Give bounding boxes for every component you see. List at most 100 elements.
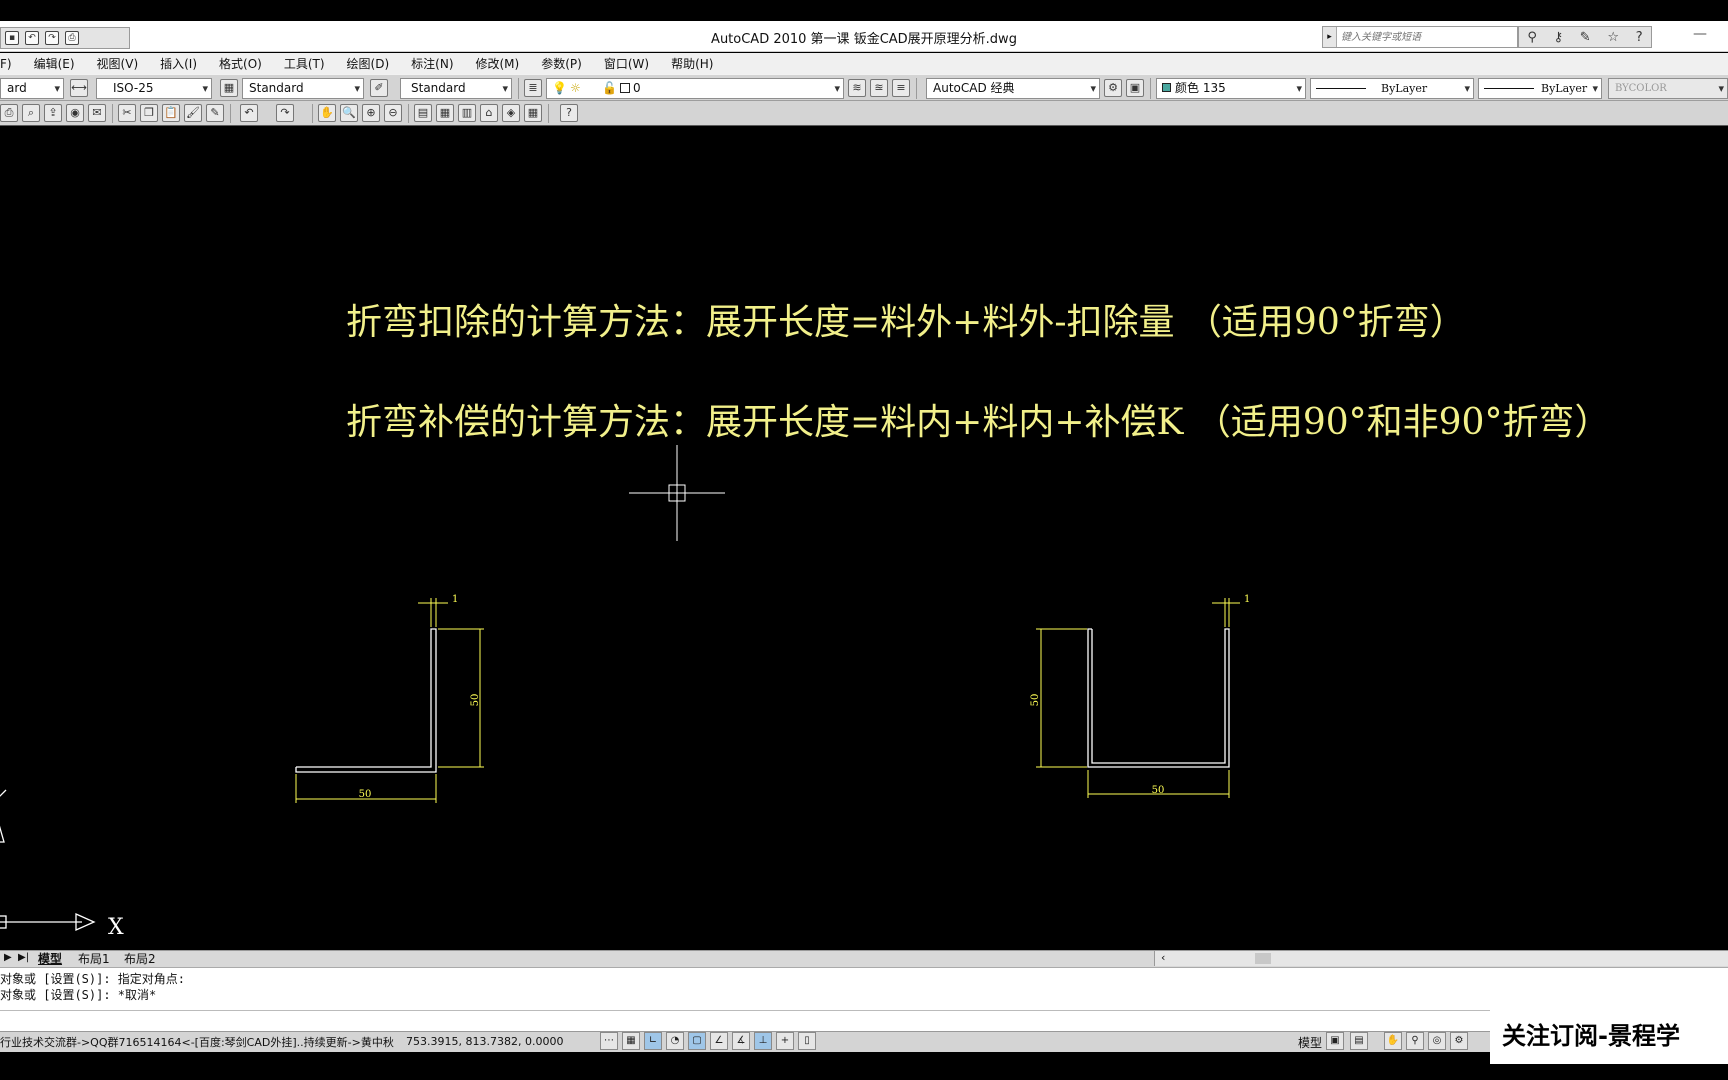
tab-nav-last-icon[interactable]: ▶| — [18, 952, 29, 963]
menu-tools[interactable]: 工具(T) — [273, 55, 336, 72]
quick-calc-icon[interactable]: ▦ — [524, 104, 542, 122]
drawing-canvas[interactable]: 折弯扣除的计算方法：展开长度=料外+料外-扣除量 （适用90°折弯） 折弯补偿的… — [0, 127, 1728, 950]
properties-icon[interactable]: ▤ — [414, 104, 432, 122]
copy-icon[interactable]: ❐ — [140, 104, 158, 122]
minimize-button[interactable]: — — [1685, 26, 1715, 46]
zoom-window-icon[interactable]: ⊕ — [362, 104, 380, 122]
make-current-layer-icon[interactable]: ≋ — [848, 79, 866, 97]
layer-select[interactable]: 0 — [546, 78, 844, 99]
dim-style-icon[interactable]: ⟷ — [70, 79, 88, 97]
match-properties-icon[interactable]: 🖌 — [184, 104, 202, 122]
quick-view-layouts-icon[interactable]: ▣ — [1326, 1032, 1344, 1050]
expand-arrow-icon[interactable]: ▸ — [1323, 27, 1337, 47]
dynamic-ucs-icon[interactable]: ⊥ — [754, 1032, 772, 1050]
tool-palettes-icon[interactable]: ▥ — [458, 104, 476, 122]
clean-screen-icon[interactable]: ▣ — [1126, 79, 1144, 97]
redo-icon[interactable]: ↷ — [276, 104, 294, 122]
3d-object-snap-icon[interactable]: ∠ — [710, 1032, 728, 1050]
horizontal-scrollbar[interactable]: ‹ — [1154, 951, 1728, 966]
menu-view[interactable]: 视图(V) — [86, 55, 150, 72]
object-snap-tracking-icon[interactable]: ∡ — [732, 1032, 750, 1050]
tab-model[interactable]: 模型 — [38, 951, 62, 967]
search-input[interactable] — [1337, 28, 1515, 46]
subscription-icon[interactable]: ✎ — [1580, 30, 1591, 45]
cursor-coordinates[interactable]: 753.3915, 813.7382, 0.0000 — [406, 1035, 563, 1048]
pan-icon[interactable]: ✋ — [318, 104, 336, 122]
menu-file[interactable]: F) — [0, 57, 23, 71]
block-editor-icon[interactable]: ✎ — [206, 104, 224, 122]
print-icon[interactable]: ⎙ — [65, 31, 79, 45]
text-style-select[interactable]: ard — [0, 78, 64, 99]
layer-state-icon[interactable]: ≡ — [892, 79, 910, 97]
sheet-set-icon[interactable]: ⌂ — [480, 104, 498, 122]
freeze-sun-icon[interactable]: ☼ — [570, 81, 581, 95]
3d-dwf-icon[interactable]: ◉ — [66, 104, 84, 122]
menu-dimension[interactable]: 标注(N) — [400, 55, 464, 72]
zoom-realtime-icon[interactable]: 🔍 — [340, 104, 358, 122]
help-icon[interactable]: ? — [560, 104, 578, 122]
markup-set-icon[interactable]: ◈ — [502, 104, 520, 122]
menu-window[interactable]: 窗口(W) — [593, 55, 660, 72]
layer-properties-icon[interactable]: ≣ — [524, 79, 542, 97]
workspace-select[interactable]: AutoCAD 经典 — [926, 78, 1100, 99]
scroll-left-icon[interactable]: ‹ — [1161, 951, 1165, 964]
layer-previous-icon[interactable]: ≊ — [870, 79, 888, 97]
table-style-select[interactable]: Standard — [242, 78, 364, 99]
design-center-icon[interactable]: ▦ — [436, 104, 454, 122]
pan-icon[interactable]: ✋ — [1384, 1032, 1402, 1050]
plot-icon[interactable]: ⎙ — [0, 104, 18, 122]
model-space-button[interactable]: 模型 — [1298, 1034, 1322, 1051]
showmotion-icon[interactable]: ⚙ — [1450, 1032, 1468, 1050]
dim-style-select[interactable]: ISO-25 — [96, 78, 212, 99]
tab-layout2[interactable]: 布局2 — [124, 951, 156, 967]
etransmit-icon[interactable]: ✉ — [88, 104, 106, 122]
lineweight-display-icon[interactable]: ▯ — [798, 1032, 816, 1050]
undo-icon[interactable]: ↶ — [240, 104, 258, 122]
menu-help[interactable]: 帮助(H) — [660, 55, 724, 72]
command-window[interactable]: 对象或 [设置(S)]: 指定对角点: 对象或 [设置(S)]: *取消* — [0, 967, 1728, 1031]
dynamic-input-icon[interactable]: + — [776, 1032, 794, 1050]
cut-icon[interactable]: ✂ — [118, 104, 136, 122]
separator — [548, 104, 549, 123]
scroll-thumb[interactable] — [1255, 953, 1271, 964]
tab-nav-next-icon[interactable]: ▶ — [4, 952, 12, 963]
save-icon[interactable]: ▪ — [5, 31, 19, 45]
table-style-icon[interactable]: ▦ — [220, 79, 238, 97]
menu-edit[interactable]: 编辑(E) — [23, 55, 86, 72]
steering-wheel-icon[interactable]: ◎ — [1428, 1032, 1446, 1050]
workspace-settings-icon[interactable]: ⚙ — [1104, 79, 1122, 97]
tab-layout1[interactable]: 布局1 — [78, 951, 110, 967]
ortho-mode-icon[interactable]: ∟ — [644, 1032, 662, 1050]
object-snap-icon[interactable]: ▢ — [688, 1032, 706, 1050]
zoom-previous-icon[interactable]: ⊖ — [384, 104, 402, 122]
menu-format[interactable]: 格式(O) — [208, 55, 273, 72]
zoom-icon[interactable]: ⚲ — [1406, 1032, 1424, 1050]
right-dimensions — [1036, 598, 1240, 798]
plotstyle-select[interactable]: BYCOLOR — [1608, 78, 1728, 99]
redo-icon[interactable]: ↷ — [45, 31, 59, 45]
favorites-star-icon[interactable]: ☆ — [1607, 30, 1619, 45]
paste-icon[interactable]: 📋 — [162, 104, 180, 122]
menu-parametric[interactable]: 参数(P) — [530, 55, 593, 72]
plot-preview-icon[interactable]: ⌕ — [22, 104, 40, 122]
quick-access-toolbar: ▪ ↶ ↷ ⎙ — [0, 27, 130, 49]
lock-icon[interactable]: 🔓 — [602, 81, 617, 95]
quick-view-drawings-icon[interactable]: ▤ — [1350, 1032, 1368, 1050]
menu-draw[interactable]: 绘图(D) — [336, 55, 401, 72]
multileader-style-icon[interactable]: ✐ — [370, 79, 388, 97]
layer-on-icon[interactable]: 💡 — [552, 81, 567, 95]
right-thickness-dim-label: 1 — [1244, 594, 1250, 605]
undo-icon[interactable]: ↶ — [25, 31, 39, 45]
menu-modify[interactable]: 修改(M) — [465, 55, 531, 72]
key-icon[interactable]: ⚷ — [1554, 30, 1564, 45]
grid-display-icon[interactable]: ▦ — [622, 1032, 640, 1050]
menu-insert[interactable]: 插入(I) — [149, 55, 208, 72]
polar-tracking-icon[interactable]: ◔ — [666, 1032, 684, 1050]
search-box: ▸ — [1322, 26, 1518, 48]
binoculars-icon[interactable]: ⚲ — [1527, 30, 1537, 45]
help-icon[interactable]: ? — [1636, 30, 1643, 45]
snap-mode-icon[interactable]: ⋯ — [600, 1032, 618, 1050]
publish-icon[interactable]: ⇪ — [44, 104, 62, 122]
color-select[interactable]: 颜色 135 — [1156, 78, 1306, 99]
multileader-style-select[interactable]: Standard — [400, 78, 512, 99]
